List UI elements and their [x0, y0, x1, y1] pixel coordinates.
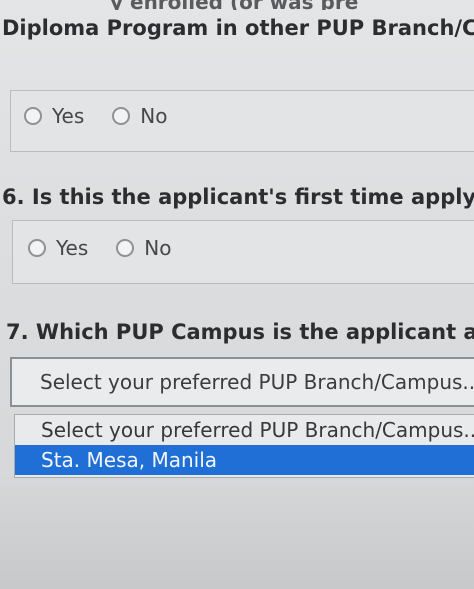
- radio-no-previous[interactable]: No: [112, 104, 168, 128]
- radio-circle-icon[interactable]: [28, 239, 46, 257]
- question-previous: Diploma Program in other PUP Branch/Camp…: [2, 16, 474, 40]
- campus-select[interactable]: Select your preferred PUP Branch/Campus.…: [10, 357, 474, 407]
- question-6: 6. Is this the applicant's first time ap…: [2, 185, 474, 209]
- radio-yes-previous[interactable]: Yes: [24, 104, 84, 128]
- radio-circle-icon[interactable]: [112, 107, 131, 125]
- photo-shadow: [0, 470, 474, 589]
- radio-circle-icon[interactable]: [24, 107, 42, 125]
- campus-dropdown-list: Select your preferred PUP Branch/Campus.…: [14, 414, 474, 478]
- radio-group-6: Yes No: [28, 236, 200, 260]
- clipped-heading-text: y enrolled (or was pre: [110, 0, 474, 10]
- radio-label: No: [140, 104, 168, 128]
- radio-label: No: [144, 236, 172, 260]
- radio-label: Yes: [52, 104, 85, 128]
- radio-yes-6[interactable]: Yes: [28, 236, 88, 260]
- radio-circle-icon[interactable]: [116, 239, 135, 257]
- radio-group-previous: Yes No: [24, 104, 196, 128]
- dropdown-option-placeholder[interactable]: Select your preferred PUP Branch/Campus.…: [15, 415, 474, 445]
- radio-no-6[interactable]: No: [116, 236, 172, 260]
- form-page: y enrolled (or was pre Diploma Program i…: [0, 0, 474, 589]
- question-7: 7. Which PUP Campus is the applicant app…: [6, 320, 474, 344]
- radio-label: Yes: [56, 236, 89, 260]
